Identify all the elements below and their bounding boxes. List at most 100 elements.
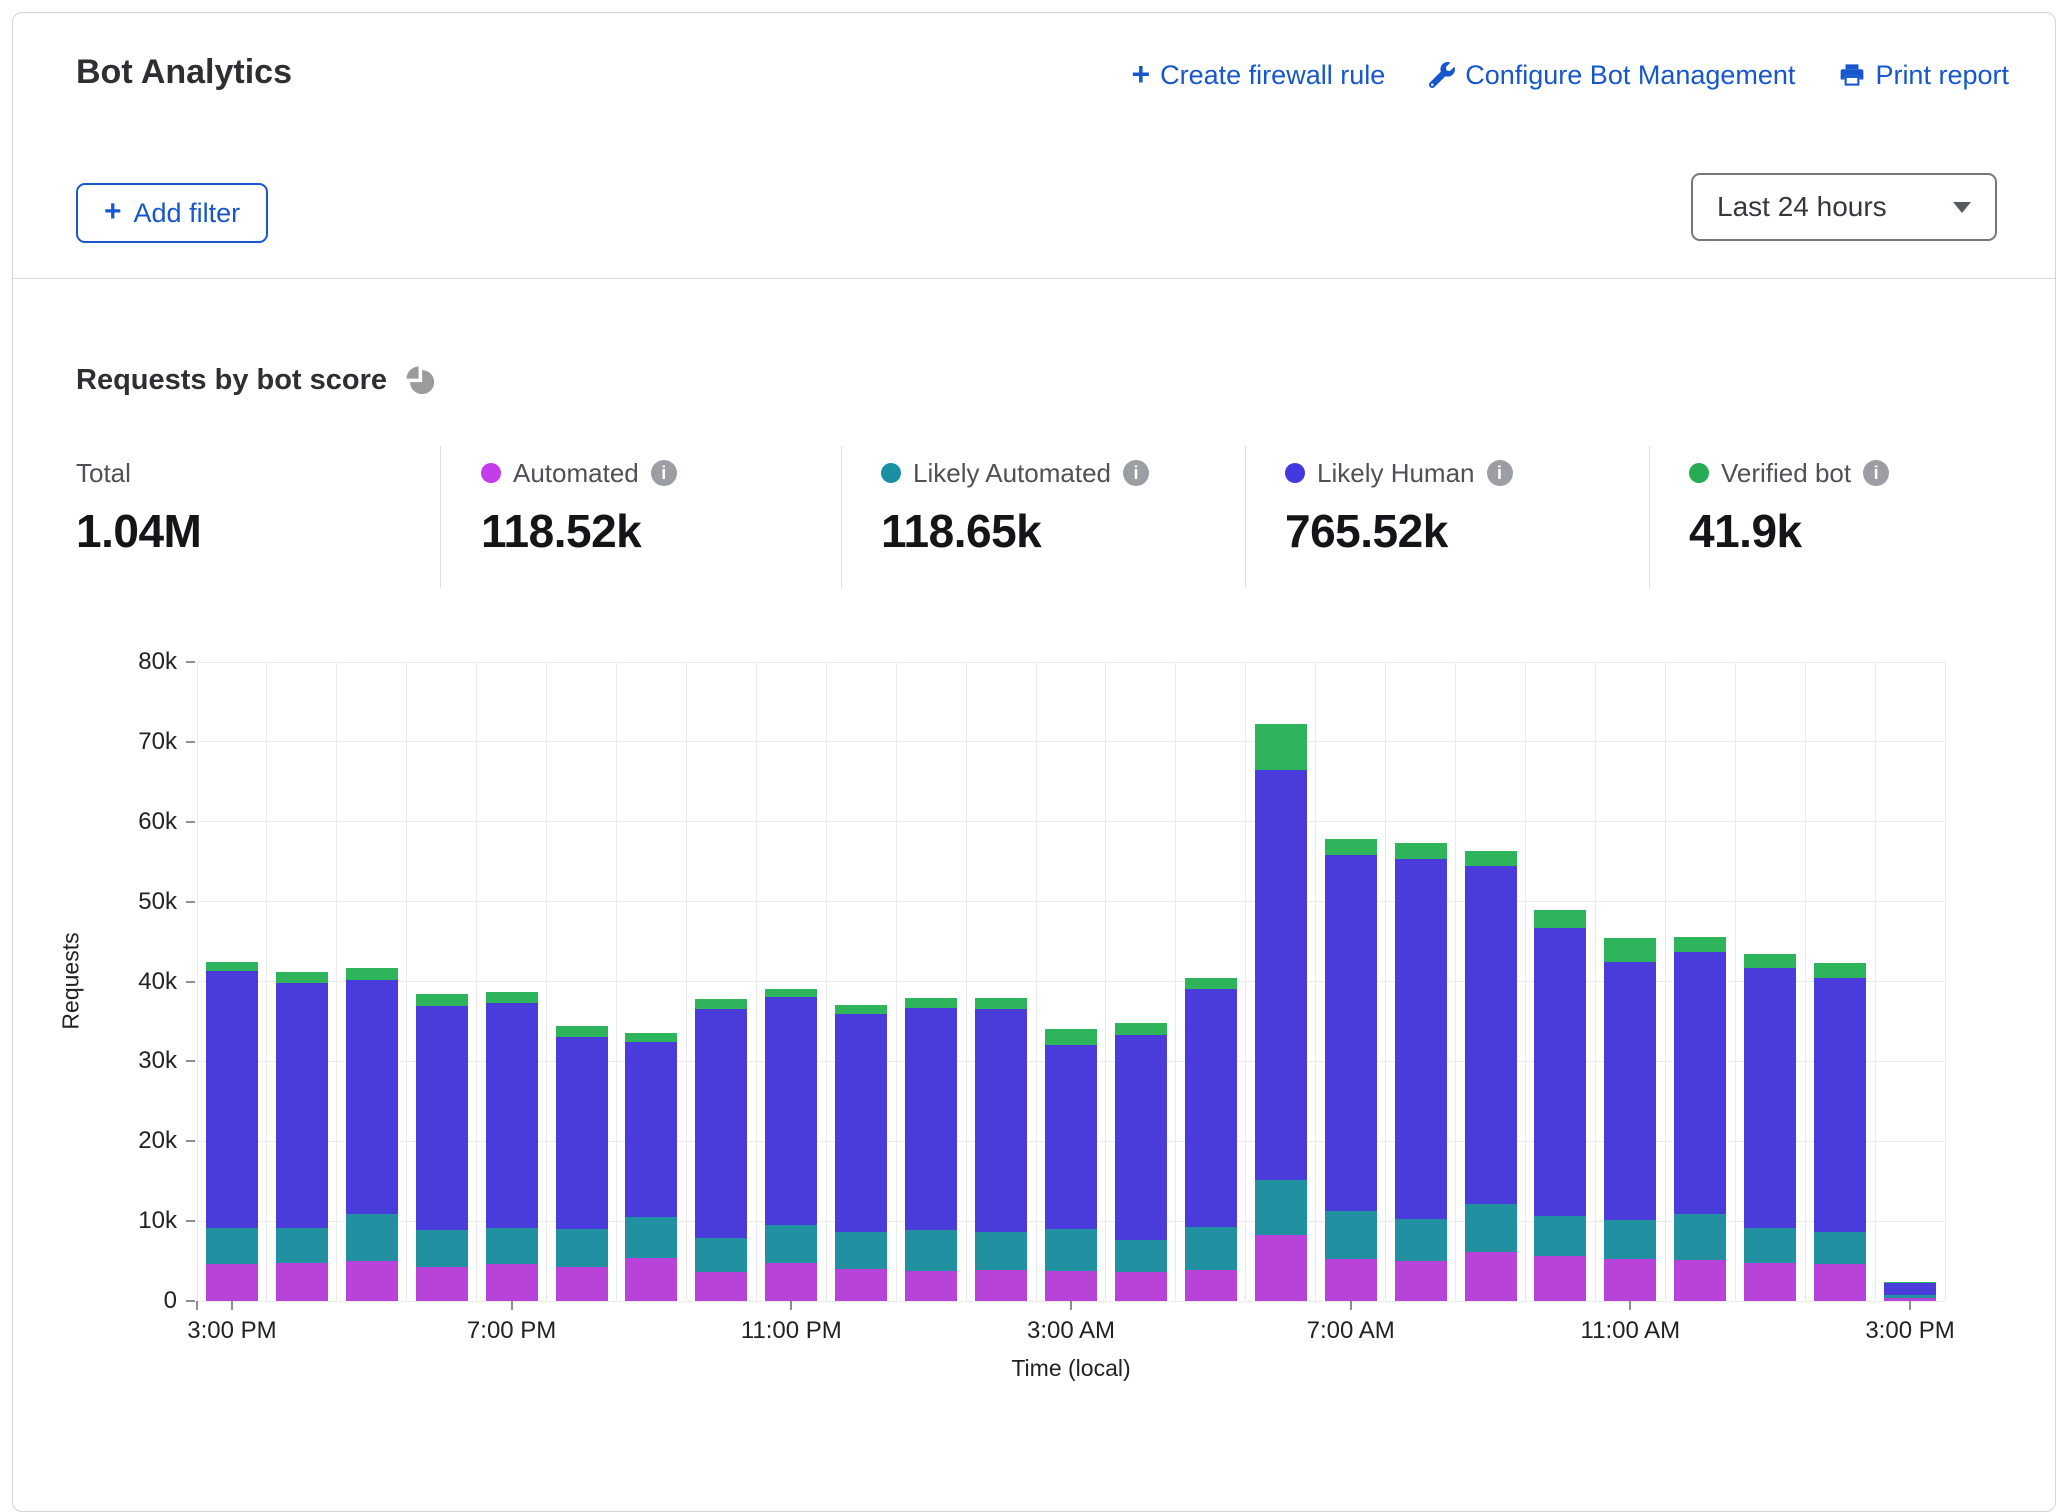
gridline	[197, 741, 1945, 742]
y-tick-label: 0	[77, 1287, 177, 1315]
print-report-link[interactable]: Print report	[1839, 60, 2009, 91]
bar-segment	[416, 1230, 468, 1267]
y-tick-label: 60k	[77, 808, 177, 836]
bar-segment	[1325, 839, 1377, 855]
printer-icon	[1839, 62, 1865, 88]
bar-segment	[1534, 928, 1586, 1216]
bar-segment	[1395, 859, 1447, 1218]
bar-segment	[486, 1228, 538, 1265]
bar-segment	[416, 1006, 468, 1230]
bar-segment	[1115, 1240, 1167, 1273]
bar-segment	[556, 1229, 608, 1267]
bar-segment	[1325, 1259, 1377, 1301]
stat-total-value: 1.04M	[76, 504, 201, 558]
y-tick-label: 50k	[77, 888, 177, 916]
y-tick-mark	[186, 1060, 195, 1062]
y-tick-mark	[186, 741, 195, 743]
axis-origin-tick	[196, 1301, 198, 1310]
bar-segment	[625, 1033, 677, 1042]
divider	[440, 446, 441, 588]
bar-segment	[1325, 1211, 1377, 1259]
bar-segment	[556, 1267, 608, 1301]
bar-segment	[1604, 1220, 1656, 1260]
bar-segment	[486, 992, 538, 1003]
gridline	[686, 662, 687, 1301]
bar-segment	[1045, 1045, 1097, 1230]
bar-segment	[1604, 962, 1656, 1219]
gridline	[1595, 662, 1596, 1301]
bar-segment	[1814, 963, 1866, 978]
bar-segment	[1465, 866, 1517, 1205]
gridline	[197, 901, 1945, 902]
divider	[1649, 446, 1650, 588]
gridline	[266, 662, 267, 1301]
gridline	[1945, 662, 1946, 1301]
bar-segment	[1325, 855, 1377, 1210]
bar-segment	[835, 1005, 887, 1015]
x-tick-mark	[1629, 1301, 1631, 1310]
y-tick-mark	[186, 1220, 195, 1222]
bar-segment	[1255, 1180, 1307, 1235]
divider	[1245, 446, 1246, 588]
bar-segment	[276, 983, 328, 1228]
gridline	[1175, 662, 1176, 1301]
gridline	[546, 662, 547, 1301]
configure-bot-management-label: Configure Bot Management	[1465, 60, 1795, 91]
x-axis-title: Time (local)	[921, 1355, 1221, 1382]
gridline	[616, 662, 617, 1301]
configure-bot-management-link[interactable]: Configure Bot Management	[1429, 60, 1795, 91]
info-icon[interactable]: i	[1863, 460, 1889, 486]
header-actions: + Create firewall rule Configure Bot Man…	[1131, 59, 2009, 91]
bar-segment	[905, 1008, 957, 1230]
bar-segment	[1255, 770, 1307, 1180]
x-tick-label: 7:00 PM	[427, 1317, 597, 1345]
bar-segment	[1674, 952, 1726, 1214]
info-icon[interactable]: i	[1487, 460, 1513, 486]
time-range-dropdown[interactable]: Last 24 hours	[1691, 173, 1997, 241]
verified-bot-legend-dot	[1689, 463, 1709, 483]
stat-verified-bot-label: Verified bot	[1721, 458, 1851, 489]
bar-segment	[346, 980, 398, 1214]
gridline	[197, 662, 1945, 663]
gridline	[826, 662, 827, 1301]
y-tick-label: 10k	[77, 1207, 177, 1235]
bar-segment	[905, 1230, 957, 1272]
bar-segment	[346, 968, 398, 980]
stat-likely-automated: Likely Automated i 118.65k	[881, 446, 1149, 558]
x-tick-label: 3:00 PM	[1825, 1317, 1995, 1345]
gridline	[197, 821, 1945, 822]
create-firewall-rule-link[interactable]: + Create firewall rule	[1131, 59, 1385, 91]
x-tick-label: 11:00 PM	[706, 1317, 876, 1345]
bar-segment	[206, 1228, 258, 1265]
bar-segment	[765, 1263, 817, 1301]
bar-segment	[1884, 1283, 1936, 1295]
bar-segment	[486, 1264, 538, 1301]
bar-segment	[695, 1272, 747, 1301]
gridline	[1805, 662, 1806, 1301]
stat-likely-human-value: 765.52k	[1285, 504, 1513, 558]
bar-segment	[1115, 1272, 1167, 1301]
bar-segment	[1674, 1214, 1726, 1260]
add-filter-button[interactable]: + Add filter	[76, 183, 268, 243]
x-tick-label: 11:00 AM	[1545, 1317, 1715, 1345]
bar-segment	[975, 998, 1027, 1008]
bar-segment	[1465, 851, 1517, 866]
bar-segment	[695, 999, 747, 1009]
bot-analytics-card: Bot Analytics + Create firewall rule Con…	[12, 12, 2056, 1512]
x-tick-mark	[1350, 1301, 1352, 1310]
gridline	[1665, 662, 1666, 1301]
bar-segment	[346, 1214, 398, 1261]
bar-segment	[1674, 937, 1726, 952]
x-tick-mark	[231, 1301, 233, 1310]
bar-segment	[695, 1009, 747, 1237]
info-icon[interactable]: i	[651, 460, 677, 486]
bar-segment	[1185, 989, 1237, 1227]
x-tick-mark	[1909, 1301, 1911, 1310]
bar-segment	[276, 972, 328, 983]
info-icon[interactable]: i	[1123, 460, 1149, 486]
bar-segment	[1744, 954, 1796, 968]
wrench-icon	[1429, 62, 1455, 88]
bar-segment	[1255, 1235, 1307, 1301]
bar-segment	[1744, 968, 1796, 1228]
bar-segment	[1814, 1264, 1866, 1301]
